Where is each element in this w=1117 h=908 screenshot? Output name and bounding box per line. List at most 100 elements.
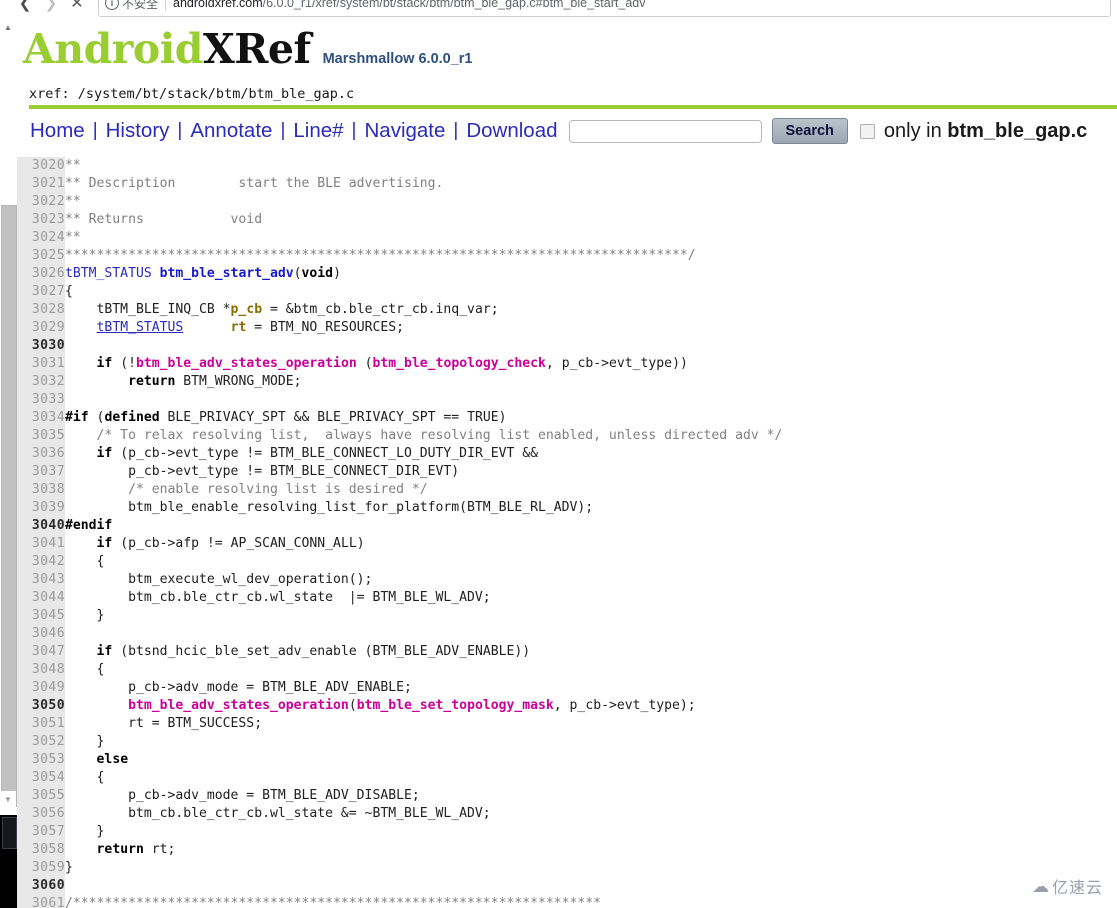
code-line-row: 3034 #if (defined BLE_PRIVACY_SPT && BLE_… bbox=[17, 409, 1117, 427]
code-symbol-link[interactable]: btm_ble_adv_states_operation bbox=[136, 356, 357, 371]
line-number[interactable]: 3030 bbox=[17, 337, 65, 355]
line-number[interactable]: 3060 bbox=[17, 877, 65, 895]
nav-navigate[interactable]: Navigate bbox=[363, 119, 446, 143]
code-token: (p_cb->afp != AP_SCAN_CONN_ALL) bbox=[112, 536, 365, 551]
line-number[interactable]: 3034 bbox=[17, 409, 65, 427]
line-number[interactable]: 3040 bbox=[17, 517, 65, 535]
line-number[interactable]: 3047 bbox=[17, 643, 65, 661]
code-line-row: 3043 btm_execute_wl_dev_operation(); bbox=[17, 571, 1117, 589]
code-line-row: 3054 { bbox=[17, 769, 1117, 787]
scroll-down-arrow-icon[interactable]: ▼ bbox=[0, 791, 16, 807]
code-symbol-link[interactable]: btm_ble_topology_check bbox=[373, 356, 546, 371]
code-token: ** bbox=[65, 158, 81, 173]
line-number[interactable]: 3025 bbox=[17, 247, 65, 265]
line-number[interactable]: 3021 bbox=[17, 175, 65, 193]
code-line-content: ** bbox=[65, 193, 1117, 211]
code-line-row: 3037 p_cb->evt_type != BTM_BLE_CONNECT_D… bbox=[17, 463, 1117, 481]
line-number[interactable]: 3046 bbox=[17, 625, 65, 643]
code-token: /* enable resolving list is desired */ bbox=[65, 482, 428, 497]
line-number[interactable]: 3041 bbox=[17, 535, 65, 553]
line-number[interactable]: 3036 bbox=[17, 445, 65, 463]
line-number[interactable]: 3057 bbox=[17, 823, 65, 841]
line-number[interactable]: 3042 bbox=[17, 553, 65, 571]
line-number[interactable]: 3058 bbox=[17, 841, 65, 859]
back-arrow-icon[interactable]: ❮ bbox=[12, 0, 38, 18]
line-number[interactable]: 3028 bbox=[17, 301, 65, 319]
code-token: rt bbox=[230, 320, 247, 335]
line-number[interactable]: 3049 bbox=[17, 679, 65, 697]
code-line-row: 3029 tBTM_STATUS rt = BTM_NO_RESOURCES; bbox=[17, 319, 1117, 337]
code-token: if bbox=[96, 356, 113, 371]
line-number[interactable]: 3044 bbox=[17, 589, 65, 607]
vertical-scrollbar[interactable]: ▲ ▼ bbox=[0, 19, 17, 908]
line-number[interactable]: 3056 bbox=[17, 805, 65, 823]
line-number[interactable]: 3029 bbox=[17, 319, 65, 337]
line-number[interactable]: 3032 bbox=[17, 373, 65, 391]
line-number[interactable]: 3051 bbox=[17, 715, 65, 733]
nav-download[interactable]: Download bbox=[465, 119, 558, 143]
code-line-row: 3050 btm_ble_adv_states_operation(btm_bl… bbox=[17, 697, 1117, 715]
code-symbol-link[interactable]: btm_ble_adv_states_operation bbox=[128, 698, 349, 713]
nav-history[interactable]: History bbox=[105, 119, 171, 143]
line-number[interactable]: 3024 bbox=[17, 229, 65, 247]
scroll-up-arrow-icon[interactable]: ▲ bbox=[0, 19, 16, 35]
scrollbar-thumb[interactable] bbox=[1, 205, 17, 807]
line-number[interactable]: 3035 bbox=[17, 427, 65, 445]
search-button[interactable]: Search bbox=[771, 118, 848, 144]
line-number[interactable]: 3045 bbox=[17, 607, 65, 625]
code-line-content: btm_cb.ble_ctr_cb.wl_state &= ~BTM_BLE_W… bbox=[65, 805, 1117, 823]
stop-x-icon[interactable]: ✕ bbox=[64, 0, 90, 18]
line-number[interactable]: 3037 bbox=[17, 463, 65, 481]
code-line-content: { bbox=[65, 283, 1117, 301]
line-number[interactable]: 3043 bbox=[17, 571, 65, 589]
line-number[interactable]: 3050 bbox=[17, 697, 65, 715]
nav-annotate[interactable]: Annotate bbox=[189, 119, 273, 143]
line-number[interactable]: 3020 bbox=[17, 157, 65, 175]
code-line-row: 3046 bbox=[17, 625, 1117, 643]
code-token: ** bbox=[65, 194, 81, 209]
forward-arrow-icon[interactable]: ❯ bbox=[38, 0, 64, 18]
code-line-row: 3060 bbox=[17, 877, 1117, 895]
line-number[interactable]: 3023 bbox=[17, 211, 65, 229]
line-number[interactable]: 3059 bbox=[17, 859, 65, 877]
code-token: ** bbox=[65, 230, 81, 245]
line-number[interactable]: 3038 bbox=[17, 481, 65, 499]
site-security-indicator[interactable]: i 不安全 bbox=[105, 0, 158, 12]
line-number[interactable]: 3022 bbox=[17, 193, 65, 211]
line-number[interactable]: 3039 bbox=[17, 499, 65, 517]
code-token: { bbox=[65, 770, 105, 785]
line-number[interactable]: 3052 bbox=[17, 733, 65, 751]
code-line-row: 3028 tBTM_BLE_INQ_CB *p_cb = &btm_cb.ble… bbox=[17, 301, 1117, 319]
code-token: BLE_PRIVACY_SPT && BLE_PRIVACY_SPT == TR… bbox=[159, 410, 507, 425]
code-token: BTM_WRONG_MODE; bbox=[175, 374, 302, 389]
only-in-file-checkbox[interactable] bbox=[859, 123, 875, 139]
line-number[interactable]: 3031 bbox=[17, 355, 65, 373]
code-symbol-link[interactable]: btm_ble_set_topology_mask bbox=[357, 698, 554, 713]
code-token: { bbox=[65, 554, 105, 569]
line-number[interactable]: 3027 bbox=[17, 283, 65, 301]
code-token: /* To relax resolving list, always have … bbox=[65, 428, 783, 443]
address-bar[interactable]: i 不安全 androidxref.com/6.0.0_r1/xref/syst… bbox=[98, 0, 1111, 17]
site-logo[interactable]: Android XRef Marshmallow 6.0.0_r1 bbox=[23, 29, 1117, 70]
line-number[interactable]: 3033 bbox=[17, 391, 65, 409]
search-input[interactable] bbox=[568, 119, 762, 143]
code-line-content: /* To relax resolving list, always have … bbox=[65, 427, 1117, 445]
code-line-content: tBTM_STATUS btm_ble_start_adv(void) bbox=[65, 265, 1117, 283]
code-symbol-link[interactable]: btm_ble_start_adv bbox=[160, 266, 294, 281]
line-number[interactable]: 3053 bbox=[17, 751, 65, 769]
line-number[interactable]: 3055 bbox=[17, 787, 65, 805]
line-number[interactable]: 3061 bbox=[17, 895, 65, 908]
source-code-viewer[interactable]: 3020 ** 3021 ** Description start the BLE a… bbox=[17, 157, 1117, 908]
line-number[interactable]: 3054 bbox=[17, 769, 65, 787]
code-symbol-link[interactable]: tBTM_STATUS bbox=[97, 320, 184, 335]
xref-path: xref: /system/bt/stack/btm/btm_ble_gap.c bbox=[29, 86, 355, 102]
nav-home[interactable]: Home bbox=[29, 119, 86, 143]
code-line-content: { bbox=[65, 661, 1117, 679]
nav-line-number[interactable]: Line# bbox=[292, 119, 344, 143]
line-number[interactable]: 3048 bbox=[17, 661, 65, 679]
line-number[interactable]: 3026 bbox=[17, 265, 65, 283]
